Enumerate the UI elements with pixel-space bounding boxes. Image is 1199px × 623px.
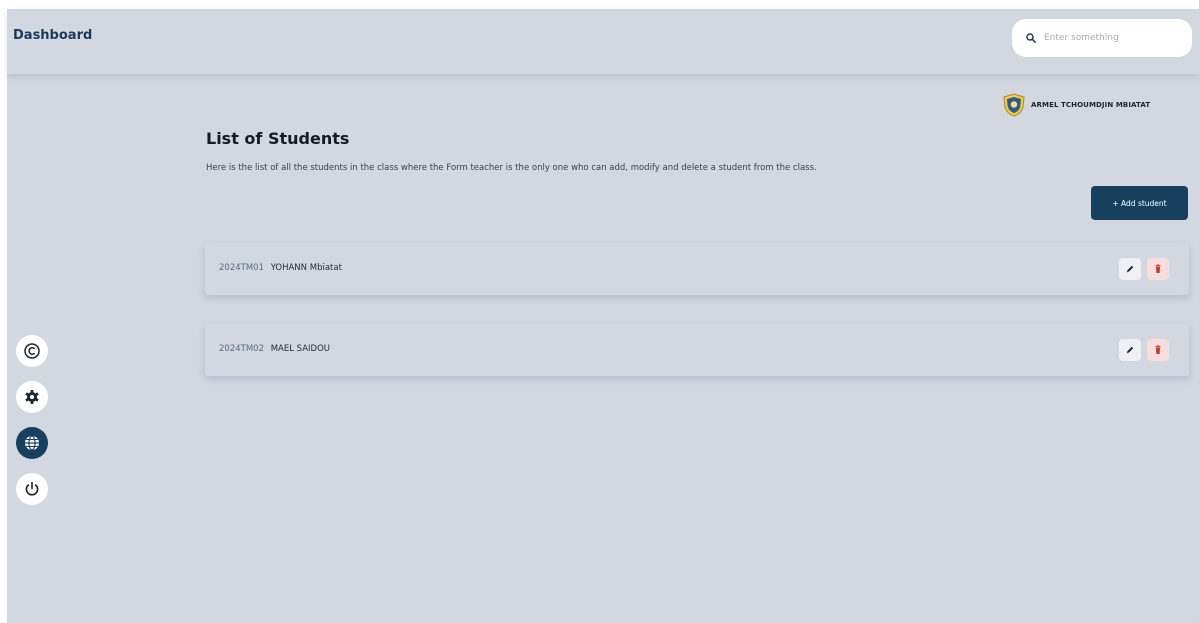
user-avatar-icon xyxy=(1003,93,1025,117)
student-entry: 2024TM01 YOHANN Mbiatat xyxy=(219,263,342,273)
power-icon xyxy=(25,481,39,496)
student-entry: 2024TM02 MAEL SAIDOU xyxy=(219,344,330,354)
dashboard-title[interactable]: Dashboard xyxy=(13,28,92,43)
copyright-button[interactable] xyxy=(16,335,48,367)
globe-icon xyxy=(25,435,39,451)
user-profile[interactable]: ARMEL TCHOUMDJIN MBIATAT xyxy=(1001,93,1150,117)
search-box[interactable] xyxy=(1012,19,1192,57)
student-id: 2024TM02 xyxy=(219,344,264,354)
delete-student-button[interactable] xyxy=(1147,339,1169,361)
language-button[interactable] xyxy=(16,427,48,459)
add-student-button[interactable]: + Add student xyxy=(1091,186,1188,220)
student-name: YOHANN Mbiatat xyxy=(270,263,342,273)
student-row[interactable]: 2024TM02 MAEL SAIDOU xyxy=(205,324,1189,376)
delete-student-button[interactable] xyxy=(1147,258,1169,280)
pencil-icon xyxy=(1126,265,1134,273)
trash-icon xyxy=(1155,264,1161,273)
search-icon xyxy=(1026,33,1036,43)
student-id: 2024TM01 xyxy=(219,263,264,273)
edit-student-button[interactable] xyxy=(1119,258,1141,280)
copyright-icon xyxy=(24,343,40,359)
trash-icon xyxy=(1155,345,1161,354)
student-name: MAEL SAIDOU xyxy=(270,344,330,354)
user-name: ARMEL TCHOUMDJIN MBIATAT xyxy=(1031,101,1151,109)
page-description: Here is the list of all the students in … xyxy=(206,163,817,173)
gear-icon xyxy=(25,390,39,404)
student-row[interactable]: 2024TM01 YOHANN Mbiatat xyxy=(205,243,1189,295)
top-bar: Dashboard xyxy=(7,9,1199,74)
search-input[interactable] xyxy=(1042,32,1176,44)
logout-button[interactable] xyxy=(16,473,48,505)
app-frame: Dashboard ARMEL TCHOUMDJIN MBIATAT List … xyxy=(7,9,1199,623)
edit-student-button[interactable] xyxy=(1119,339,1141,361)
settings-button[interactable] xyxy=(16,381,48,413)
page-title: List of Students xyxy=(206,129,350,148)
pencil-icon xyxy=(1126,346,1134,354)
